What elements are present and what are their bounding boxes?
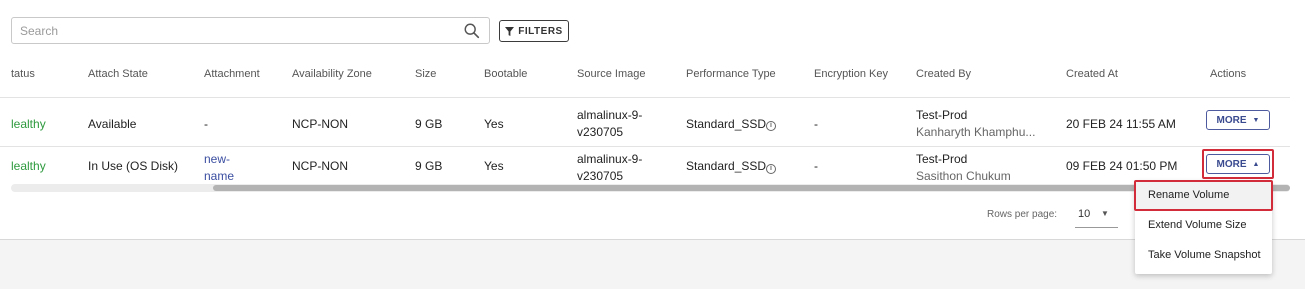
filters-button-label: FILTERS bbox=[518, 25, 563, 37]
attachment-link-line-1[interactable]: new- bbox=[204, 151, 230, 168]
zone-cell: NCP-NON bbox=[292, 117, 348, 131]
performance-type-cell: Standard_SSD bbox=[686, 117, 767, 131]
column-header-created-at[interactable]: Created At bbox=[1066, 68, 1118, 80]
status-cell: lealthy bbox=[11, 159, 46, 173]
encryption-key-cell: - bbox=[814, 159, 818, 173]
search-input[interactable] bbox=[12, 18, 452, 43]
attach-state-cell: Available bbox=[88, 117, 137, 131]
created-by-user: Kanharyth Khamphu... bbox=[916, 125, 1036, 139]
column-header-attach-state[interactable]: Attach State bbox=[88, 68, 148, 80]
created-at-cell: 20 FEB 24 11:55 AM bbox=[1066, 117, 1176, 131]
info-icon[interactable]: i bbox=[766, 164, 776, 174]
caret-down-icon[interactable]: ▼ bbox=[1101, 209, 1109, 218]
rows-per-page-underline bbox=[1075, 227, 1118, 228]
created-by-team: Test-Prod bbox=[916, 108, 968, 122]
search-box bbox=[11, 17, 490, 44]
created-by-team: Test-Prod bbox=[916, 152, 968, 166]
rename-volume-highlight bbox=[1134, 180, 1273, 211]
source-image-line-2: v230705 bbox=[577, 169, 624, 183]
size-cell: 9 GB bbox=[415, 159, 443, 173]
caret-down-icon: ▼ bbox=[1252, 116, 1260, 124]
attachment-cell: - bbox=[204, 117, 208, 131]
bootable-cell: Yes bbox=[484, 117, 504, 131]
bootable-cell: Yes bbox=[484, 159, 504, 173]
source-image-line-2: v230705 bbox=[577, 125, 624, 139]
rows-per-page-label: Rows per page: bbox=[987, 209, 1058, 220]
column-header-performance-type[interactable]: Performance Type bbox=[686, 68, 776, 80]
attach-state-cell: In Use (OS Disk) bbox=[88, 159, 179, 173]
volumes-panel: FILTERS tatus Attach State Attachment Av… bbox=[0, 0, 1305, 240]
more-button[interactable]: MORE ▼ bbox=[1206, 110, 1270, 130]
more-button-highlight bbox=[1202, 149, 1274, 179]
horizontal-scrollbar-thumb[interactable] bbox=[213, 185, 1290, 191]
column-header-source-image[interactable]: Source Image bbox=[577, 68, 645, 80]
column-header-actions: Actions bbox=[1210, 68, 1247, 80]
column-header-bootable[interactable]: Bootable bbox=[484, 68, 527, 80]
status-cell: lealthy bbox=[11, 117, 46, 131]
menu-item-take-volume-snapshot[interactable]: Take Volume Snapshot bbox=[1135, 240, 1272, 270]
encryption-key-cell: - bbox=[814, 117, 818, 131]
source-image-line-1: almalinux-9- bbox=[577, 108, 643, 122]
column-header-attachment[interactable]: Attachment bbox=[204, 68, 260, 80]
filters-button[interactable]: FILTERS bbox=[499, 20, 569, 42]
created-at-cell: 09 FEB 24 01:50 PM bbox=[1066, 159, 1178, 173]
created-by-user: Sasithon Chukum bbox=[916, 169, 1011, 183]
size-cell: 9 GB bbox=[415, 117, 443, 131]
info-icon[interactable]: i bbox=[766, 121, 776, 131]
header-divider bbox=[0, 97, 1290, 98]
filter-icon bbox=[505, 26, 515, 36]
column-header-availability-zone[interactable]: Availability Zone bbox=[292, 68, 372, 80]
row-divider bbox=[0, 146, 1290, 147]
column-header-encryption-key[interactable]: Encryption Key bbox=[814, 68, 888, 80]
more-button-label: MORE bbox=[1216, 114, 1247, 126]
attachment-link-line-2[interactable]: name bbox=[204, 168, 234, 185]
rows-per-page-select[interactable]: 10 bbox=[1078, 208, 1090, 220]
performance-type-cell: Standard_SSD bbox=[686, 159, 767, 173]
menu-item-extend-volume-size[interactable]: Extend Volume Size bbox=[1135, 210, 1272, 240]
zone-cell: NCP-NON bbox=[292, 159, 348, 173]
column-header-size[interactable]: Size bbox=[415, 68, 436, 80]
source-image-line-1: almalinux-9- bbox=[577, 152, 643, 166]
column-header-status[interactable]: tatus bbox=[11, 68, 35, 80]
search-icon[interactable] bbox=[463, 22, 481, 40]
column-header-created-by[interactable]: Created By bbox=[916, 68, 971, 80]
